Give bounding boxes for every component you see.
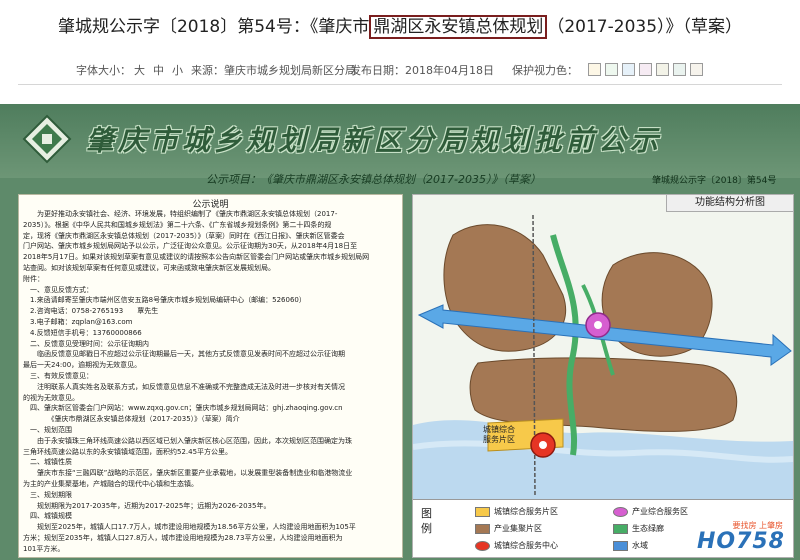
notice-text-panel: 公示说明 为更好推动永安镇社会、经济、环境发展，特组织编制了《肇庆市鼎湖区永安镇… [18, 194, 403, 558]
poster-banner-title: 肇庆市城乡规划局新区分局规划批前公示 [86, 124, 663, 157]
notice-line: 为主的产业集聚基地，产城融合的现代中心镇和生态镇。 [23, 479, 198, 488]
legend-item: 产业集聚片区 [475, 523, 542, 534]
bureau-logo-icon [22, 114, 72, 164]
notice-line: 3.电子邮箱：zqplan@163.com [23, 317, 133, 326]
plan-map-image [413, 195, 793, 499]
notice-line: 方米；规划至2035年，城镇人口27.8万人，城市建设用地规模为28.73平方公… [23, 533, 343, 542]
legend-item: 产业综合服务区 [613, 506, 688, 517]
notice-line: 2018年5月17日。如果对该规划草案有意见或建议的请按照本公告向新区管委会门户… [23, 253, 370, 262]
map-zone-label-line1: 城镇综合 [483, 425, 515, 434]
title-highlight: 鼎湖区永安镇总体规划 [369, 15, 548, 39]
legend-swatch [475, 506, 490, 517]
notice-line: 附件： [23, 274, 44, 283]
legend-item: 水域 [613, 540, 648, 551]
notice-line: 由于永安镇珠三角环线高速公路以西区域已划入肇庆新区核心区范围，因此，本次规划区范… [23, 436, 352, 445]
title-prefix: 肇城规公示字〔2018〕第54号：《肇庆市 [57, 17, 370, 37]
legend-swatch [475, 523, 490, 534]
legend-item: 生态绿廊 [613, 523, 664, 534]
font-size-label: 字体大小： [76, 64, 131, 77]
watermark-logo: HO758 [696, 529, 785, 554]
map-zone-label: 城镇综合 服务片区 [483, 425, 515, 445]
notice-line: 为更好推动永安镇社会、经济、环境发展，特组织编制了《肇庆市鼎湖区永安镇总体规划（… [23, 210, 338, 218]
notice-line: 临函反馈意见邮戳日不应超过公示征询期最后一天，其他方式反馈意见发表时间不应超过公… [23, 350, 345, 359]
legend-label: 城镇综合服务片区 [494, 507, 558, 516]
map-zone-label-line2: 服务片区 [483, 435, 515, 444]
notice-poster: 肇庆市城乡规划局新区分局规划批前公示 公示项目：《肇庆市鼎湖区永安镇总体规划（2… [0, 104, 800, 560]
notice-line: 2.咨询电话：0758-2765193 覃先生 [23, 307, 159, 316]
poster-subtitle: 公示项目：《肇庆市鼎湖区永安镇总体规划（2017-2035）》（草案） [206, 173, 541, 186]
legend-swatch [613, 506, 628, 517]
map-title: 功能结构分析图 [666, 195, 793, 212]
source-text: 来源：肇庆市城乡规划局新区分局 [191, 64, 356, 77]
legend-label: 城镇综合服务中心 [494, 541, 558, 550]
legend-swatch [475, 540, 490, 551]
notice-line: 4.反馈短信手机号：13760000866 [23, 328, 142, 337]
notice-line: 门户网站、肇庆市城乡规划局网站予以公示，广泛征询公众意见。公示征询期为30天，从… [23, 242, 358, 251]
map-legend: 图例 城镇综合服务片区 产业综合服务区 产业集聚片区 生态绿廊 城镇综合服务中心… [413, 499, 793, 557]
notice-line: 规划期限为2017-2035年，近期为2017-2025年；远期为2026-20… [23, 501, 271, 510]
plan-map-panel: 城镇综合 服务片区 功能结构分析图 图例 城镇综合服务片区 产业综合服务区 产业… [412, 194, 794, 558]
legend-item: 城镇综合服务中心 [475, 540, 558, 551]
notice-line: 规划至2025年，城镇人口17.7万人，城市建设用地规模为18.56平方公里，人… [23, 523, 356, 532]
title-suffix: （2017-2035）》（草案） [547, 17, 743, 37]
legend-label: 产业综合服务区 [632, 507, 688, 516]
notice-line: 注明联系人真实姓名及联系方式，如反馈意见信息不准确或不完整造成无法及时进一步核对… [23, 382, 345, 391]
notice-line: 二、城镇性质 [23, 458, 72, 467]
notice-line: 一、意见反馈方式： [23, 285, 93, 294]
header-divider [18, 84, 782, 85]
font-large-link[interactable]: 大 [134, 62, 145, 78]
poster-banner: 肇庆市城乡规划局新区分局规划批前公示 [0, 104, 800, 178]
eye-care-swatch[interactable] [639, 63, 652, 76]
notice-line: 站查阅。如对该规划草案有任何意见或建议，可来函或致电肇庆新区发展规划局。 [23, 263, 275, 272]
notice-line: 三、规划期限 [23, 490, 72, 499]
font-medium-link[interactable]: 中 [153, 62, 164, 78]
eye-care-swatch[interactable] [656, 63, 669, 76]
notice-line: 的视为无效意见。 [23, 393, 79, 402]
legend-label: 生态绿廊 [632, 524, 664, 533]
legend-swatch [613, 523, 628, 534]
legend-item: 城镇综合服务片区 [475, 506, 558, 517]
publish-date: 发布日期：2018年04月18日 [350, 64, 494, 77]
watermark: 要找房 上肇房 HO758 [667, 518, 793, 557]
notice-line: 三角环线高速公路以东的永安镇镇域范围，面积约52.45平方公里。 [23, 447, 233, 456]
eye-care-swatch[interactable] [588, 63, 601, 76]
eye-care-swatch[interactable] [690, 63, 703, 76]
legend-label: 水域 [632, 541, 648, 550]
legend-label: 产业集聚片区 [494, 524, 542, 533]
notice-line: 肇庆市东接“三融四联”战略的示范区，肇庆新区重要产业承载地，以发展重型装备制造业… [23, 469, 353, 478]
page-title: 肇城规公示字〔2018〕第54号：《肇庆市 鼎湖区永安镇总体规划 （2017-203… [0, 12, 800, 39]
notice-line: 101平方米。 [23, 544, 65, 553]
eye-care-swatch[interactable] [673, 63, 686, 76]
notice-line: 四、肇庆新区管委会门户网站：www.zqxq.gov.cn；肇庆市城乡规划局网站… [23, 404, 343, 413]
eye-care-swatch[interactable] [622, 63, 635, 76]
legend-title: 图例 [421, 507, 432, 535]
eye-care-swatch[interactable] [605, 63, 618, 76]
notice-line: 二、反馈意见受理时间：公示征询期内 [23, 339, 149, 348]
notice-line: 2035）》。根据《中华人民共和国城乡规划法》第二十六条、《广东省城乡规划条例》… [23, 220, 332, 229]
notice-line: 最后一天24:00，逾期视为无效意见。 [23, 361, 142, 370]
notice-line: 1.来函请邮寄至肇庆市端州区信安五路8号肇庆市城乡规划局编研中心（邮编：5260… [23, 296, 306, 305]
eye-care-label: 保护视力色： [512, 64, 578, 77]
legend-swatch [613, 540, 628, 551]
poster-doc-number: 肇城规公示字〔2018〕第54号 [652, 176, 777, 186]
notice-line: 定，现将《肇庆市鼎湖区永安镇总体规划（2017-2035）》（草案）同时在《西江… [23, 231, 345, 240]
notice-line: 三、有效反馈意见： [23, 371, 93, 380]
notice-body: 为更好推动永安镇社会、经济、环境发展，特组织编制了《肇庆市鼎湖区永安镇总体规划（… [23, 209, 397, 555]
notice-line: 四、城镇规模 [23, 512, 72, 521]
font-small-link[interactable]: 小 [172, 62, 183, 78]
notice-line: 一、规划范围 [23, 425, 72, 434]
notice-line: 《肇庆市鼎湖区永安镇总体规划（2017-2035）》（草案）简介 [23, 415, 240, 424]
